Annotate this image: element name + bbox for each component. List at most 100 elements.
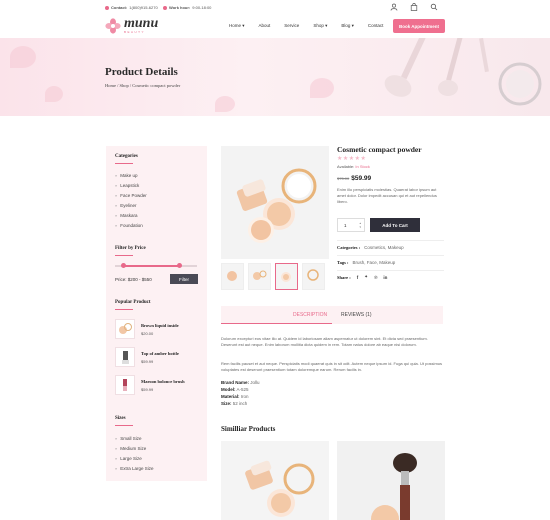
- spec-model: Model: A-525: [221, 387, 249, 392]
- size-list: Small Size Medium Size Large Size Extra …: [115, 433, 154, 473]
- category-item[interactable]: Foundation: [115, 220, 147, 230]
- tab-reviews[interactable]: REVIEWS (1): [341, 312, 372, 318]
- hours-value: 9:00-18:00: [192, 5, 212, 10]
- size-item[interactable]: Extra Large Size: [115, 463, 153, 473]
- site-logo[interactable]: munu BEAUTY: [105, 16, 159, 34]
- category-item[interactable]: Leapstick: [115, 180, 147, 190]
- product-thumbnail[interactable]: [248, 263, 271, 290]
- quantity-value: 1: [344, 222, 347, 228]
- logo-text: munu: [124, 16, 159, 31]
- size-item[interactable]: Medium Size: [115, 443, 154, 453]
- cosmetics-illustration: [384, 38, 542, 106]
- linkedin-icon[interactable]: in: [383, 275, 387, 280]
- breadcrumb[interactable]: Home / Shop / Cosmetic compact powder: [105, 83, 180, 88]
- title-underline: [115, 163, 133, 164]
- petal-decoration: [215, 96, 235, 112]
- product-thumbnail: [115, 347, 135, 367]
- share-row: Share : f ✦ ℗ in: [337, 274, 387, 280]
- book-appointment-button[interactable]: Book Appointment: [393, 19, 445, 33]
- petal-decoration: [45, 86, 63, 102]
- top-bar: Contact: 1(800)915-6270 Work hour: 9:00-…: [0, 0, 550, 14]
- spec-material: Material: Iron: [221, 394, 249, 399]
- popular-product-name[interactable]: Maroon bolonce brush: [141, 379, 185, 384]
- spec-size: Size: 52 inch: [221, 401, 248, 406]
- rating-stars: ★★★★★: [337, 156, 367, 162]
- description-paragraph: Dolorum excepturi eos vitae illo at. Qui…: [221, 336, 428, 347]
- petal-decoration: [310, 78, 334, 98]
- page-hero: Product Details Home / Shop / Cosmetic c…: [0, 38, 550, 116]
- product-tabs: DESCRIPTION REVIEWS (1): [221, 306, 443, 324]
- category-item[interactable]: Make up: [115, 170, 147, 180]
- sidebar: Categories Make up Leapstick Face Powder…: [106, 146, 207, 481]
- nav-service[interactable]: Service: [284, 23, 299, 29]
- product-thumbnail-active[interactable]: [275, 263, 298, 290]
- product-thumbnail[interactable]: [221, 263, 244, 290]
- facebook-icon[interactable]: f: [357, 275, 359, 280]
- tab-description[interactable]: DESCRIPTION: [293, 312, 327, 318]
- site-header: munu BEAUTY Home ▾ About Service Shop ▾ …: [0, 14, 550, 38]
- add-to-cart-button[interactable]: Add To Cart: [370, 218, 420, 232]
- search-icon[interactable]: [430, 3, 438, 11]
- range-max-handle[interactable]: [177, 263, 182, 268]
- filter-title: Filter by Price: [115, 246, 146, 251]
- popular-product[interactable]: Top of amber bottle $59.99: [115, 347, 200, 369]
- divider: [337, 255, 444, 256]
- old-price: $75.00: [337, 176, 350, 181]
- popular-product-price: $59.99: [141, 387, 154, 392]
- share-label: Share :: [337, 274, 351, 280]
- size-item[interactable]: Large Size: [115, 453, 154, 463]
- contact-info: Contact: 1(800)915-6270: [105, 5, 158, 10]
- title-underline: [115, 425, 133, 426]
- divider: [337, 240, 444, 241]
- product-thumbnail: [115, 319, 135, 339]
- nav-contact[interactable]: Contact: [368, 23, 384, 29]
- size-item[interactable]: Small Size: [115, 433, 154, 443]
- popular-title: Popular Product: [115, 300, 151, 305]
- nav-about[interactable]: About: [259, 23, 271, 29]
- main-nav: Home ▾ About Service Shop ▾ Blog ▾ Conta…: [229, 23, 383, 29]
- petal-decoration: [10, 46, 36, 68]
- page-title: Product Details: [105, 66, 178, 78]
- quantity-stepper[interactable]: 1 ▴ ▾: [337, 218, 365, 232]
- product-description: Enim illo perspiciatis molestias. Quaera…: [337, 187, 437, 204]
- quantity-arrows-icon[interactable]: ▴ ▾: [359, 221, 361, 229]
- category-item[interactable]: Eyeliner: [115, 200, 147, 210]
- user-icon[interactable]: [390, 3, 398, 11]
- category-item[interactable]: Face Powder: [115, 190, 147, 200]
- popular-product[interactable]: Brown liquid inside $20.00: [115, 319, 200, 341]
- price-range-slider[interactable]: [115, 263, 197, 268]
- category-list: Make up Leapstick Face Powder Eyeliner M…: [115, 170, 147, 230]
- tags-links[interactable]: Brush, Face, Makeup: [352, 260, 395, 265]
- nav-shop[interactable]: Shop ▾: [313, 23, 327, 29]
- popular-product-price: $20.00: [141, 331, 154, 336]
- active-tab-indicator: [221, 323, 332, 324]
- popular-product-name[interactable]: Top of amber bottle: [141, 351, 179, 356]
- category-item[interactable]: Maskara: [115, 210, 147, 220]
- flower-logo-icon: [105, 18, 121, 34]
- availability: Available: In Stock: [337, 164, 370, 169]
- pinterest-icon[interactable]: ℗: [374, 275, 377, 280]
- current-price: $59.99: [351, 175, 372, 182]
- similar-product-card[interactable]: [337, 441, 445, 520]
- filter-button[interactable]: Filter: [170, 274, 198, 284]
- nav-home[interactable]: Home ▾: [229, 23, 245, 29]
- categories-links[interactable]: Cosmetics, Makeup: [364, 245, 404, 250]
- bag-icon[interactable]: [410, 3, 418, 11]
- popular-product-name[interactable]: Brown liquid inside: [141, 323, 179, 328]
- work-hours: Work hour: 9:00-18:00: [163, 5, 211, 10]
- range-min-handle[interactable]: [121, 263, 126, 268]
- price-range-label: Price: $200 - $550: [115, 277, 152, 282]
- title-underline: [115, 309, 133, 310]
- product-thumbnails: [221, 263, 329, 290]
- similar-product-card[interactable]: [221, 441, 329, 520]
- product-categories: Categories : Cosmetics, Makeup: [337, 245, 404, 250]
- product-tags: Tags : Brush, Face, Makeup: [337, 260, 396, 265]
- twitter-icon[interactable]: ✦: [364, 274, 368, 280]
- nav-blog[interactable]: Blog ▾: [341, 23, 354, 29]
- contact-value[interactable]: 1(800)915-6270: [129, 5, 157, 10]
- product-main-image[interactable]: [221, 146, 329, 259]
- product-thumbnail[interactable]: [302, 263, 325, 290]
- spec-brand: Brand Name: Jollu: [221, 380, 260, 385]
- popular-product[interactable]: Maroon bolonce brush $59.99: [115, 375, 200, 397]
- sizes-title: Sizes: [115, 416, 126, 421]
